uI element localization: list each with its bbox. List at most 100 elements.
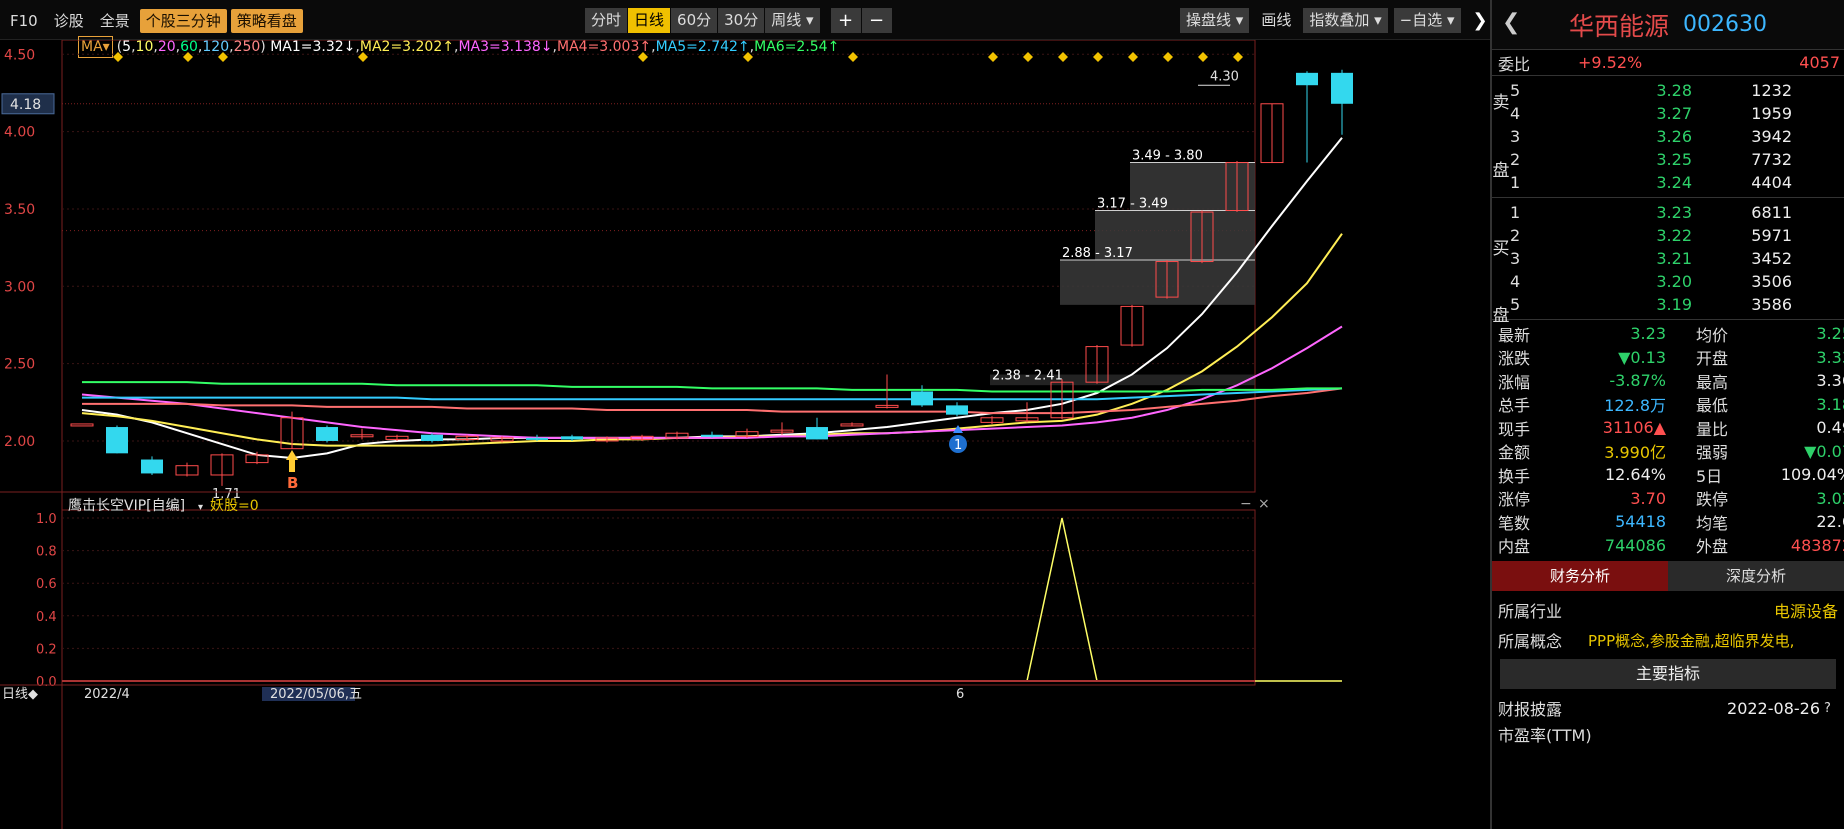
help-icon[interactable]: ?: [1824, 701, 1842, 716]
candle-body-down[interactable]: [1296, 72, 1318, 86]
signal-diamond: [113, 52, 123, 62]
sub-panel-close-icon[interactable]: ×: [1258, 496, 1270, 512]
candle-body-down[interactable]: [701, 434, 723, 437]
chip-zone-label: 3.17 - 3.49: [1097, 196, 1168, 211]
stock-three-minute-button[interactable]: 个股三分钟: [139, 9, 227, 33]
sub-panel-minimize-icon[interactable]: −: [1240, 496, 1252, 512]
sell-book: 5 3.28 1232 4 3.27 1959 3 3.26 3942 2 3.25 7732 1 3.2…: [1492, 76, 1844, 198]
buy-arrow-icon: [286, 450, 298, 472]
high-price-annotation: 4.30: [1210, 70, 1239, 85]
sub-indicator-legend: 妖股=0: [210, 498, 259, 514]
stat-value: 12.64%: [1604, 465, 1666, 485]
sub-y-tick-label: 0.6: [36, 577, 57, 592]
current-price-tag: 4.18: [10, 97, 41, 113]
cursor-date-label: 2022/05/06,五: [270, 687, 362, 702]
sell-volume: 1959: [1751, 104, 1792, 123]
chip-zone-label: 3.49 - 3.80: [1132, 149, 1203, 164]
sell-order-row[interactable]: 1 3.24 4404: [1492, 171, 1844, 194]
draw-line-button[interactable]: 画线: [1255, 8, 1297, 33]
signal-diamond: [1233, 52, 1243, 62]
buy-order-row[interactable]: 5 3.19 3586: [1492, 293, 1844, 316]
buy-order-row[interactable]: 2 3.22 5971: [1492, 224, 1844, 247]
concept-value[interactable]: PPP概念,参股金融,超临界发电,: [1588, 630, 1838, 651]
candle-body-up[interactable]: [70, 423, 94, 427]
buy-level: 2: [1510, 226, 1521, 245]
diagnose-button[interactable]: 诊股: [48, 9, 90, 33]
stat-value: 744086: [1604, 535, 1666, 555]
sell-order-row[interactable]: 4 3.27 1959: [1492, 102, 1844, 125]
candle-body-down[interactable]: [141, 459, 163, 474]
overview-button[interactable]: 全景: [94, 9, 136, 33]
candle-body-down[interactable]: [1331, 72, 1353, 104]
signal-diamond: [218, 52, 228, 62]
stat-row: 笔数 54418 均笔 22.6: [1492, 510, 1844, 534]
y-tick-label: 3.00: [4, 279, 35, 295]
buy-order-row[interactable]: 3 3.21 3452: [1492, 247, 1844, 270]
candle-body-down[interactable]: [561, 436, 583, 440]
stat-value: 22.6: [1816, 512, 1844, 532]
candle-body-down[interactable]: [806, 427, 828, 440]
y-tick-label: 4.00: [4, 125, 35, 141]
stat-label: 量比: [1696, 419, 1729, 439]
zoom-out-button[interactable]: −: [861, 7, 892, 33]
candle-body-down[interactable]: [946, 405, 968, 415]
candle-body-down[interactable]: [911, 391, 933, 406]
stat-value: 109.04%: [1780, 465, 1844, 485]
candle-body-down[interactable]: [421, 434, 443, 441]
period-intraday[interactable]: 分时: [585, 7, 628, 33]
ma-line-ma5: [82, 387, 1343, 401]
stat-label: 涨停: [1498, 490, 1531, 510]
signal-diamond: [988, 52, 998, 62]
sell-order-row[interactable]: 2 3.25 7732: [1492, 148, 1844, 171]
watchlist-dropdown[interactable]: −自选 ▾: [1393, 7, 1461, 33]
index-overlay-dropdown[interactable]: 指数叠加 ▾: [1303, 7, 1388, 33]
sell-level: 3: [1510, 127, 1521, 146]
candle-body-down[interactable]: [526, 437, 548, 440]
period-weekly-dropdown[interactable]: 周线 ▾: [765, 7, 820, 33]
stock-code: 002630: [1683, 12, 1767, 37]
buy-volume: 5971: [1751, 226, 1792, 245]
f10-button[interactable]: F10: [4, 9, 44, 33]
stat-value: 122.8万: [1604, 396, 1666, 416]
strategy-view-button[interactable]: 策略看盘: [230, 9, 303, 33]
candle-body-down[interactable]: [106, 427, 128, 454]
period-daily[interactable]: 日线: [628, 7, 671, 33]
y-tick-label: 2.50: [4, 357, 35, 373]
sell-order-row[interactable]: 5 3.28 1232: [1492, 79, 1844, 102]
signal-diamond: [183, 52, 193, 62]
buy-level: 5: [1510, 295, 1521, 314]
period-30min[interactable]: 30分: [718, 7, 765, 33]
sell-price: 3.24: [1656, 173, 1692, 192]
stat-value: 3.25: [1816, 324, 1844, 344]
stat-value: 3.02: [1816, 488, 1844, 508]
signal-diamond: [1128, 52, 1138, 62]
sell-side-label-bottom: 盘: [1492, 161, 1510, 181]
tab-financial[interactable]: 财务分析: [1492, 561, 1668, 591]
tab-deep[interactable]: 深度分析: [1668, 561, 1844, 591]
chip-zone-label: 2.88 - 3.17: [1062, 246, 1133, 261]
price-chart-area[interactable]: 4.50 4.00 3.50 3.00 2.50 2.00 4.18 3.49 - 3.80 3…: [0, 40, 1490, 829]
buy-order-row[interactable]: 1 3.23 6811: [1492, 201, 1844, 224]
back-icon[interactable]: ❮: [1502, 10, 1520, 35]
sub-indicator-dropdown-icon[interactable]: ▾: [198, 502, 203, 513]
industry-value[interactable]: 电源设备: [1588, 598, 1838, 622]
stat-label: 金额: [1498, 443, 1531, 463]
buy-signal-marker[interactable]: B: [287, 474, 298, 492]
buy-book: 1 3.23 6811 2 3.22 5971 3 3.21 3452 4 3.20 3506 5 3.1…: [1492, 198, 1844, 320]
signal-diamond: [1198, 52, 1208, 62]
sell-order-row[interactable]: 3 3.26 3942: [1492, 125, 1844, 148]
trading-line-dropdown[interactable]: 操盘线 ▾: [1180, 7, 1250, 33]
zoom-in-button[interactable]: +: [830, 7, 861, 33]
main-index-header[interactable]: 主要指标: [1500, 659, 1836, 689]
stat-value: 54418: [1615, 512, 1666, 532]
period-60min[interactable]: 60分: [671, 7, 718, 33]
stat-value: 3.18: [1816, 394, 1844, 414]
buy-order-row[interactable]: 4 3.20 3506: [1492, 270, 1844, 293]
candle-body-down[interactable]: [316, 427, 338, 441]
timeframe-label[interactable]: 日线◆: [2, 687, 38, 702]
sub-indicator-title[interactable]: 鹰击长空VIP[自编]: [68, 498, 185, 514]
sell-volume: 7732: [1751, 150, 1792, 169]
pe-label: 市盈率(TTM): [1498, 726, 1592, 745]
stat-row: 换手 12.64% 5日 109.04%: [1492, 463, 1844, 487]
stat-label: 换手: [1498, 466, 1531, 486]
